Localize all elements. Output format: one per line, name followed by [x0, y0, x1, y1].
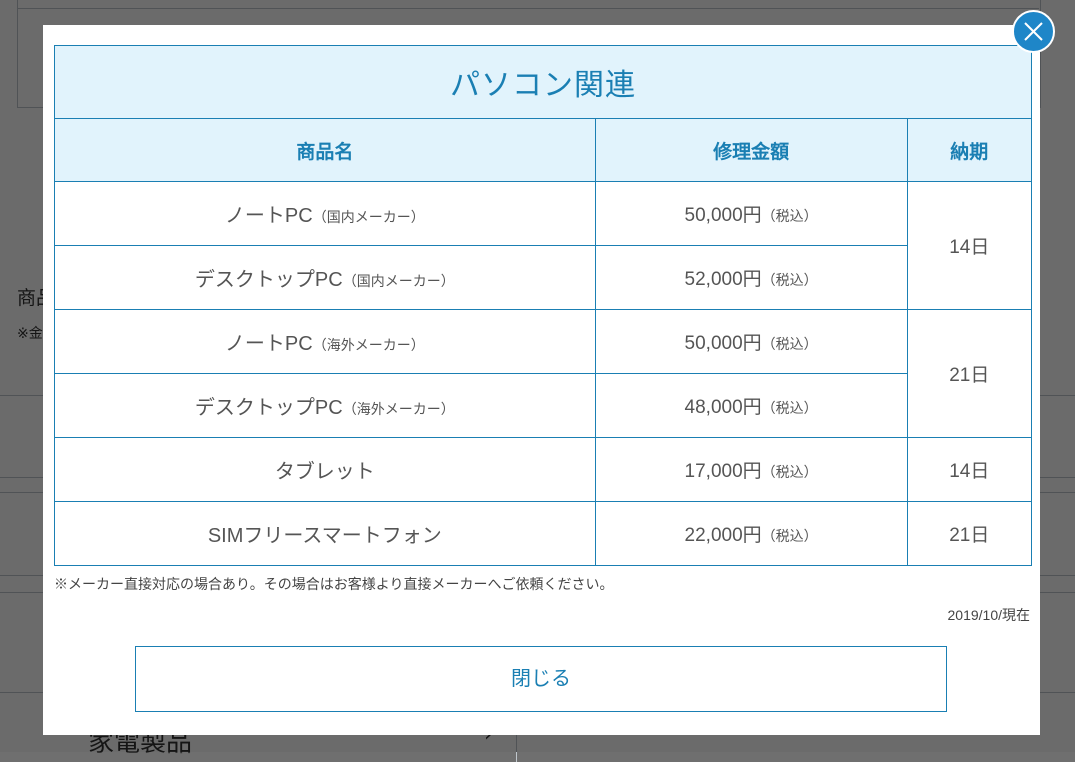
product-cell: SIMフリースマートフォン — [54, 501, 596, 566]
price-cell: 52,000円（税込） — [594, 245, 908, 310]
product-cell: ノートPC（海外メーカー） — [54, 309, 596, 374]
product-name: ノートPC — [224, 205, 313, 227]
modal-title: パソコン関連 — [54, 45, 1032, 119]
table-row: ノートPC（国内メーカー） 50,000円（税込） 14日 — [54, 181, 1033, 310]
close-button[interactable]: 閉じる — [135, 646, 947, 712]
tax-note: （税込） — [761, 528, 818, 544]
tax-note: （税込） — [761, 336, 818, 352]
product-cell: デスクトップPC（海外メーカー） — [54, 373, 596, 438]
product-cell: ノートPC（国内メーカー） — [54, 181, 596, 246]
delivery-cell: 21日 — [906, 309, 1033, 438]
close-modal-button[interactable] — [1012, 10, 1055, 53]
price-cell: 22,000円（税込） — [594, 501, 908, 566]
product-name: デスクトップPC — [194, 269, 343, 291]
price-value: 17,000円 — [684, 461, 762, 482]
table-row: デスクトップPC（国内メーカー） 52,000円（税込） — [54, 245, 1032, 310]
product-cell: デスクトップPC（国内メーカー） — [54, 245, 596, 310]
tax-note: （税込） — [761, 400, 818, 416]
product-name: SIMフリースマートフォン — [207, 525, 442, 547]
price-cell: 50,000円（税込） — [594, 181, 908, 246]
product-name: ノートPC — [224, 333, 313, 355]
maker-note: ※メーカー直接対応の場合あり。その場合はお客様より直接メーカーへご依頼ください。 — [54, 576, 614, 592]
price-value: 50,000円 — [684, 333, 762, 354]
price-value: 48,000円 — [684, 397, 762, 418]
column-header-product: 商品名 — [54, 118, 596, 182]
repair-price-modal: パソコン関連 商品名 修理金額 納期 ノートPC（国内メーカー） 50,000円… — [43, 25, 1040, 735]
product-note: （国内メーカー） — [342, 273, 455, 289]
product-cell: タブレット — [54, 437, 596, 502]
price-cell: 17,000円（税込） — [594, 437, 908, 502]
close-icon — [1024, 22, 1043, 41]
price-cell: 50,000円（税込） — [594, 309, 908, 374]
column-header-price: 修理金額 — [594, 118, 908, 182]
delivery-cell: 14日 — [906, 437, 1033, 502]
table-row: ノートPC（海外メーカー） 50,000円（税込） 21日 — [54, 309, 1033, 438]
table-row: SIMフリースマートフォン 22,000円（税込） 21日 — [54, 501, 1033, 566]
product-name: タブレット — [274, 461, 375, 483]
column-header-delivery: 納期 — [906, 118, 1033, 182]
price-value: 50,000円 — [684, 205, 762, 226]
product-note: （国内メーカー） — [312, 209, 425, 225]
tax-note: （税込） — [761, 272, 818, 288]
delivery-cell: 21日 — [906, 501, 1033, 566]
price-cell: 48,000円（税込） — [594, 373, 908, 438]
product-note: （海外メーカー） — [312, 337, 425, 353]
price-table: パソコン関連 商品名 修理金額 納期 ノートPC（国内メーカー） 50,000円… — [54, 45, 1033, 566]
tax-note: （税込） — [761, 208, 818, 224]
price-value: 22,000円 — [684, 525, 762, 546]
table-row: デスクトップPC（海外メーカー） 48,000円（税込） — [54, 373, 1032, 438]
tax-note: （税込） — [761, 464, 818, 480]
price-value: 52,000円 — [684, 269, 762, 290]
table-row: タブレット 17,000円（税込） 14日 — [54, 437, 1033, 502]
product-note: （海外メーカー） — [342, 401, 455, 417]
as-of-date: 2019/10/現在 — [947, 607, 1031, 623]
delivery-cell: 14日 — [906, 181, 1033, 310]
product-name: デスクトップPC — [194, 397, 343, 419]
